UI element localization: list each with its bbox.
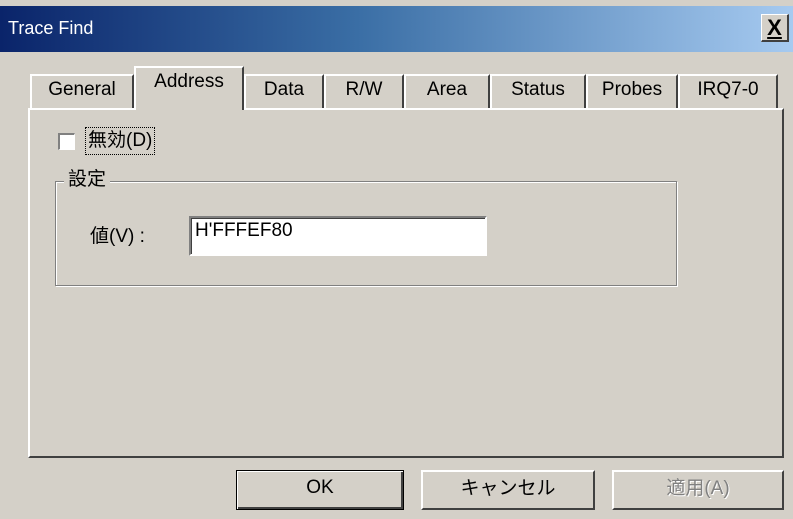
- value-label: 値(V) :: [90, 226, 145, 247]
- close-button[interactable]: X: [761, 14, 789, 42]
- apply-button: 適用(A): [612, 470, 784, 510]
- tab-data[interactable]: Data: [244, 74, 324, 108]
- disable-checkbox-row[interactable]: 無効(D): [58, 126, 156, 156]
- tab-status-label: Status: [511, 79, 565, 100]
- tab-area[interactable]: Area: [404, 74, 490, 108]
- tab-rw-label: R/W: [345, 79, 383, 100]
- tab-probes[interactable]: Probes: [586, 74, 678, 108]
- disable-checkbox[interactable]: [58, 132, 75, 150]
- title-bar[interactable]: Trace Find X: [0, 6, 793, 52]
- tab-rw[interactable]: R/W: [324, 74, 404, 108]
- close-icon: X: [767, 14, 782, 40]
- cancel-button[interactable]: キャンセル: [421, 470, 595, 510]
- settings-group-legend: 設定: [64, 167, 111, 193]
- tab-address[interactable]: Address: [134, 66, 244, 110]
- trace-find-dialog: Trace Find X General Address Data R/W Ar…: [0, 0, 793, 519]
- value-input[interactable]: H'FFFEF80: [189, 216, 487, 256]
- tab-irq[interactable]: IRQ7-0: [678, 74, 778, 108]
- tab-general-label: General: [48, 79, 116, 100]
- ok-button[interactable]: OK: [236, 470, 404, 510]
- window-title: Trace Find: [8, 18, 94, 38]
- tab-probes-label: Probes: [601, 79, 663, 100]
- tab-general[interactable]: General: [30, 74, 134, 108]
- tab-irq-label: IRQ7-0: [697, 79, 759, 100]
- tab-data-label: Data: [263, 79, 305, 100]
- tab-area-label: Area: [426, 79, 468, 100]
- tab-status[interactable]: Status: [490, 74, 586, 108]
- disable-checkbox-label: 無効(D): [85, 127, 156, 155]
- tab-address-label: Address: [154, 71, 224, 92]
